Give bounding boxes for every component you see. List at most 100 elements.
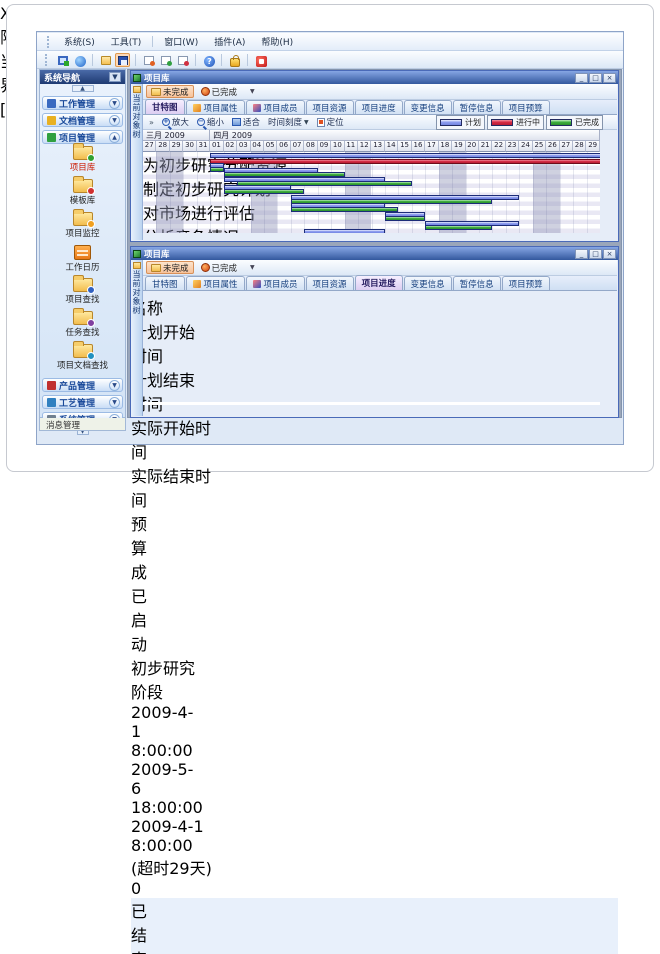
menu-item-2[interactable]: 工具(T) <box>103 33 150 50</box>
object-tree-side-tab[interactable]: 当前对象树 <box>131 260 143 416</box>
help-icon[interactable]: ? <box>201 53 216 67</box>
tab-项目进度[interactable]: 项目进度 <box>355 275 403 290</box>
legend-label: 进行中 <box>516 117 540 128</box>
tab-项目预算[interactable]: 项目预算 <box>502 276 550 290</box>
sidebar-item-6[interactable]: 任务查找 <box>40 311 125 342</box>
filter-overflow-button[interactable]: ▼ <box>250 88 255 95</box>
close-button[interactable]: × <box>603 249 616 259</box>
sidebar-group-2[interactable]: 文档管理▼ <box>42 113 123 127</box>
tab-变更信息[interactable]: 变更信息 <box>404 100 452 114</box>
icon-badge <box>87 187 95 195</box>
gantt-tool-4[interactable]: 时间刻度▼ <box>264 116 313 128</box>
icon-badge <box>87 286 95 294</box>
object-tree-side-tab[interactable]: 当前对象树 <box>131 84 143 240</box>
folder-icon <box>151 88 161 96</box>
sidebar-collapse-button[interactable]: ▲ <box>72 85 94 92</box>
gantt-tool-5[interactable]: 定位 <box>313 116 348 128</box>
tab-项目资源[interactable]: 项目资源 <box>306 100 354 114</box>
tab-变更信息[interactable]: 变更信息 <box>404 276 452 290</box>
tab-暂停信息[interactable]: 暂停信息 <box>453 276 501 290</box>
minimize-button[interactable]: _ <box>575 73 588 83</box>
menu-item-1[interactable]: 系统(S) <box>56 33 103 50</box>
sidebar-item-1[interactable]: 项目库 <box>40 146 125 177</box>
close-button[interactable]: × <box>603 73 616 83</box>
group-expand-button[interactable]: ▼ <box>109 98 120 109</box>
gantt-tool-2[interactable]: −缩小 <box>193 116 228 128</box>
column-header-7[interactable]: 预算 <box>131 511 161 559</box>
lock-icon[interactable] <box>227 53 242 67</box>
tab-甘特图[interactable]: 甘特图 <box>145 276 185 290</box>
sidebar-group-3[interactable]: 项目管理▲ <box>42 130 123 144</box>
window-titlebar[interactable]: 项目库_□× <box>131 71 618 84</box>
filter-completed-button[interactable]: 已完成 <box>196 85 243 98</box>
folder-doc-search-icon <box>73 344 93 358</box>
filter-uncompleted-button[interactable]: 未完成 <box>146 85 194 98</box>
tab-项目属性[interactable]: 项目属性 <box>186 100 245 114</box>
monitor-add-icon[interactable] <box>55 53 70 67</box>
zoom-out-icon: − <box>197 118 205 126</box>
minimize-button[interactable]: _ <box>575 249 588 259</box>
maximize-button[interactable]: □ <box>589 73 602 83</box>
gantt-tool-1[interactable]: +放大 <box>158 116 193 128</box>
save-icon[interactable] <box>115 53 130 67</box>
tab-项目进度[interactable]: 项目进度 <box>355 100 403 114</box>
sidebar-item-3[interactable]: 项目监控 <box>40 212 125 243</box>
tab-项目属性[interactable]: 项目属性 <box>186 276 245 290</box>
sidebar-item-4[interactable]: 工作日历 <box>40 245 125 276</box>
folder-open-icon[interactable] <box>98 53 113 67</box>
window-titlebar[interactable]: 项目库_□× <box>131 247 618 260</box>
day-cell: 08 <box>304 141 317 152</box>
attr-icon <box>193 104 201 112</box>
group-expand-button[interactable]: ▲ <box>109 132 120 143</box>
filter-uncompleted-button[interactable]: 未完成 <box>146 261 194 274</box>
menu-item-5[interactable]: 帮助(H) <box>253 33 301 50</box>
tab-项目预算[interactable]: 项目预算 <box>502 100 550 114</box>
month-cell: 四月 2009 <box>210 130 600 141</box>
sidebar-group-5[interactable]: 工艺管理▼ <box>42 395 123 409</box>
column-header-8[interactable]: 成 <box>131 559 146 583</box>
filter-overflow-button[interactable]: ▼ <box>250 264 255 271</box>
sidebar-item-5[interactable]: 项目查找 <box>40 278 125 309</box>
menu-item-4[interactable]: 插件(A) <box>206 33 253 50</box>
doc-check-icon[interactable] <box>158 53 173 67</box>
gantt-legend: 计划进行中已完成 <box>434 115 603 130</box>
day-cell: 07 <box>291 141 304 152</box>
column-header-6[interactable]: 实际结束时间 <box>131 463 221 511</box>
tab-项目资源[interactable]: 项目资源 <box>306 276 354 290</box>
group-expand-button[interactable]: ▼ <box>109 115 120 126</box>
group-expand-button[interactable]: ▼ <box>109 397 120 408</box>
filter-completed-button[interactable]: 已完成 <box>196 261 243 274</box>
globe-icon[interactable] <box>72 53 87 67</box>
tab-label: 项目成员 <box>264 278 298 290</box>
tab-message-manage[interactable]: 消息管理 <box>39 418 126 431</box>
day-gridline <box>170 152 171 233</box>
tab-项目成员[interactable]: 项目成员 <box>246 276 305 290</box>
table-row[interactable]: 已结束为初步研究分配资源2009-4-1 8:00:002009-4-1 18:… <box>131 898 618 954</box>
table-row[interactable]: 已启动初步研究阶段2009-4-1 8:00:002009-5-6 18:00:… <box>131 583 618 898</box>
sidebar-item-2[interactable]: 模板库 <box>40 179 125 210</box>
doc-mail-icon[interactable] <box>141 53 156 67</box>
filter-toolbar: 未完成已完成 ▼ <box>143 260 617 276</box>
menu-item-3[interactable]: 窗口(W) <box>156 33 206 50</box>
toolbar-overflow-chevron[interactable]: » <box>145 118 158 127</box>
gantt-tool-3[interactable]: 适合 <box>228 116 264 128</box>
day-gridline <box>573 152 574 233</box>
sidebar-item-7[interactable]: 项目文档查找 <box>40 344 125 375</box>
sidebar-group-4[interactable]: 产品管理▼ <box>42 378 123 392</box>
day-cell: 26 <box>546 141 559 152</box>
tab-暂停信息[interactable]: 暂停信息 <box>453 100 501 114</box>
folder-icon <box>133 262 141 269</box>
exit-icon[interactable] <box>253 53 268 67</box>
maximize-button[interactable]: □ <box>589 249 602 259</box>
gantt-chart-area[interactable]: 为初步研究分配资源制定初步研究计划对市场进行评估分析竞争情况技术可行性分析生产实… <box>143 152 600 233</box>
group-expand-button[interactable]: ▼ <box>109 380 120 391</box>
day-gridline <box>358 152 359 233</box>
tab-甘特图[interactable]: 甘特图 <box>145 99 185 114</box>
tab-项目成员[interactable]: 项目成员 <box>246 100 305 114</box>
column-header-5[interactable]: 实际开始时间 <box>131 415 217 463</box>
doc-delete-icon[interactable] <box>175 53 190 67</box>
sidebar-pin-button[interactable]: ▼ <box>109 72 121 82</box>
sidebar-group-1[interactable]: 工作管理▼ <box>42 96 123 110</box>
zoom-in-icon: + <box>162 118 170 126</box>
toolbar-separator <box>135 54 136 66</box>
